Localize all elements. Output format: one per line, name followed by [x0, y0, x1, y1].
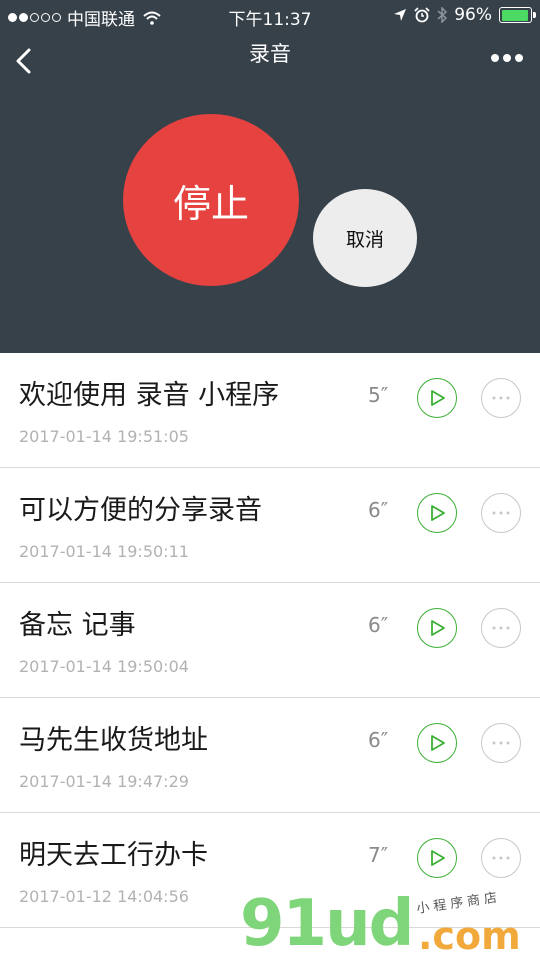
- play-icon: [431, 620, 445, 636]
- play-button[interactable]: [417, 838, 457, 878]
- battery-percent: 96%: [454, 5, 492, 25]
- recording-title: 可以方便的分享录音: [19, 495, 262, 526]
- play-icon: [431, 505, 445, 521]
- alarm-clock-icon: [414, 7, 430, 23]
- play-button[interactable]: [417, 608, 457, 648]
- recording-title: 马先生收货地址: [19, 725, 208, 756]
- recording-timestamp: 2017-01-14 19:47:29: [19, 772, 189, 791]
- play-button[interactable]: [417, 493, 457, 533]
- recording-duration: 6″: [368, 613, 389, 637]
- item-more-button[interactable]: [481, 378, 521, 418]
- recording-duration: 6″: [368, 728, 389, 752]
- battery-icon: [499, 7, 536, 23]
- item-more-button[interactable]: [481, 723, 521, 763]
- play-icon: [431, 735, 445, 751]
- location-arrow-icon: [394, 9, 407, 21]
- recording-duration: 6″: [368, 498, 389, 522]
- recording-timestamp: 2017-01-14 19:50:04: [19, 657, 189, 676]
- more-options-icon[interactable]: [490, 52, 524, 64]
- recording-title: 欢迎使用 录音 小程序: [19, 380, 280, 411]
- cancel-recording-button[interactable]: 取消: [313, 189, 417, 287]
- item-more-button[interactable]: [481, 493, 521, 533]
- recording-duration: 5″: [368, 383, 389, 407]
- navigation-bar: 录音: [0, 30, 540, 90]
- ellipsis-icon: [492, 626, 510, 630]
- recording-panel: 停止 取消: [0, 90, 540, 353]
- list-item[interactable]: 可以方便的分享录音 2017-01-14 19:50:11 6″: [0, 468, 540, 583]
- status-bar: 中国联通 下午11:37 96%: [0, 0, 540, 30]
- item-more-button[interactable]: [481, 608, 521, 648]
- watermark-tagline: 小程序商店: [415, 890, 502, 917]
- recording-timestamp: 2017-01-14 19:51:05: [19, 427, 189, 446]
- play-icon: [431, 390, 445, 406]
- recording-title: 明天去工行办卡: [19, 840, 208, 871]
- page-title: 录音: [249, 42, 291, 66]
- ellipsis-icon: [492, 741, 510, 745]
- list-item[interactable]: 马先生收货地址 2017-01-14 19:47:29 6″: [0, 698, 540, 813]
- play-button[interactable]: [417, 378, 457, 418]
- play-button[interactable]: [417, 723, 457, 763]
- recording-list: 欢迎使用 录音 小程序 2017-01-14 19:51:05 5″ 可以方便的…: [0, 353, 540, 928]
- list-item[interactable]: 备忘 记事 2017-01-14 19:50:04 6″: [0, 583, 540, 698]
- recording-duration: 7″: [368, 843, 389, 867]
- play-icon: [431, 850, 445, 866]
- list-item[interactable]: 欢迎使用 录音 小程序 2017-01-14 19:51:05 5″: [0, 353, 540, 468]
- recording-timestamp: 2017-01-14 19:50:11: [19, 542, 189, 561]
- watermark-logo: 91ud 小程序商店 .com: [240, 888, 540, 960]
- battery-level-fill: [501, 9, 529, 21]
- watermark-main: 91ud: [240, 887, 414, 960]
- recording-timestamp: 2017-01-12 14:04:56: [19, 887, 189, 906]
- ellipsis-icon: [492, 856, 510, 860]
- item-more-button[interactable]: [481, 838, 521, 878]
- stop-recording-button[interactable]: 停止: [123, 114, 299, 286]
- ellipsis-icon: [492, 511, 510, 515]
- recording-title: 备忘 记事: [19, 610, 136, 641]
- ellipsis-icon: [492, 396, 510, 400]
- bluetooth-icon: [437, 7, 448, 23]
- watermark-domain: .com: [418, 914, 521, 958]
- status-right: 96%: [393, 5, 536, 25]
